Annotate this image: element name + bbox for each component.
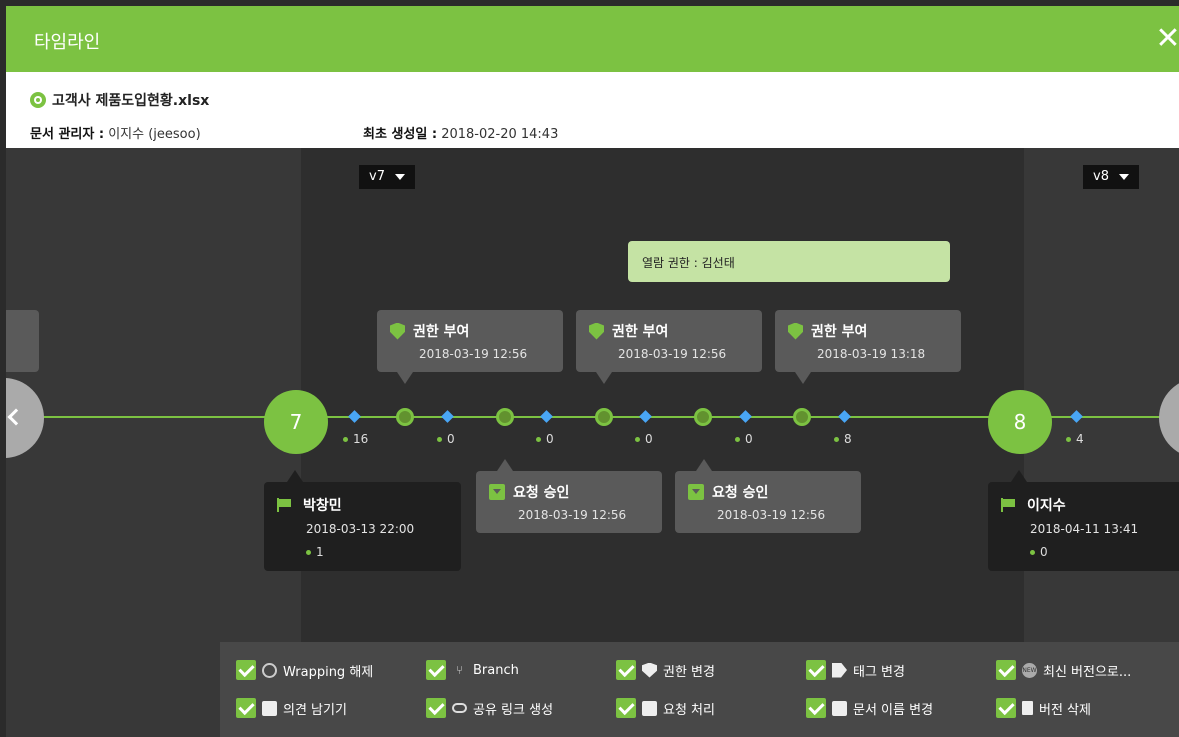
timeline-event-node[interactable] [694,408,712,426]
filter-wrapping[interactable]: Wrapping 해제 [236,660,373,680]
shield-icon [589,322,604,340]
filter-rename[interactable]: 문서 이름 변경 [806,698,933,718]
dialog-title: 타임라인 [34,32,101,53]
filter-delete-version[interactable]: 버전 삭제 [996,698,1091,718]
filter-tag[interactable]: 태그 변경 [806,660,905,680]
version-dropdown-v7[interactable]: v7 [359,165,415,189]
created-info: 최초 생성일 : 2018-02-20 14:43 [363,123,558,142]
scroll-right-button[interactable] [1159,378,1179,458]
filter-permission[interactable]: 권한 변경 [616,660,715,680]
shield-icon [642,662,657,678]
comment-count: 8 [834,432,852,446]
filter-request[interactable]: 요청 처리 [616,698,715,718]
comment-count: 4 [1066,432,1084,446]
flag-icon [1001,498,1017,512]
flag-icon [277,498,293,512]
filter-latest-version[interactable]: NEW 최신 버전으로... [996,660,1131,680]
partial-event-card[interactable] [6,310,39,372]
event-card-request[interactable]: 요청 승인 2018-03-19 12:56 [675,471,861,533]
manager-value: 이지수 (jeesoo) [108,127,201,142]
checkbox[interactable] [616,660,636,680]
timeline-event-node[interactable] [496,408,514,426]
checkbox[interactable] [806,698,826,718]
close-icon[interactable]: ✕ [1153,24,1179,54]
event-card-permission[interactable]: 권한 부여 2018-03-19 12:56 [377,310,563,372]
link-icon [452,703,467,713]
comment-icon [262,700,277,716]
event-card-request[interactable]: 요청 승인 2018-03-19 12:56 [476,471,662,533]
document-name-row: 고객사 제품도입현황.xlsx [30,90,209,110]
created-label: 최초 생성일 : [363,127,438,142]
inbox-icon [642,700,657,716]
version-node-8[interactable]: 8 [988,390,1052,454]
comment-marker[interactable] [1070,410,1083,423]
filter-branch[interactable]: ⑂ Branch [426,660,519,680]
wrap-icon [262,662,277,678]
chevron-down-icon [394,173,405,180]
chevron-down-icon [1118,173,1129,180]
trash-icon [1022,701,1033,715]
title-bar: 타임라인 ✕ [6,6,1179,72]
checkbox[interactable] [426,660,446,680]
timeline-event-node[interactable] [396,408,414,426]
inbox-icon [489,484,505,500]
event-card-permission[interactable]: 권한 부여 2018-03-19 12:56 [576,310,762,372]
filter-comment[interactable]: 의견 남기기 [236,698,347,718]
comment-count: 0 [437,432,455,446]
timeline-event-node[interactable] [793,408,811,426]
version-author-card[interactable]: 박창민 2018-03-13 22:00 1 [264,482,461,571]
version-node-7[interactable]: 7 [264,390,328,454]
checkbox[interactable] [236,660,256,680]
inbox-icon [688,484,704,500]
tag-icon [832,662,847,678]
timeline-event-node[interactable] [595,408,613,426]
scroll-left-button[interactable] [6,378,44,458]
version-author-card[interactable]: 이지수 2018-04-11 13:41 0 [988,482,1179,571]
document-name: 고객사 제품도입현황.xlsx [52,93,210,109]
comment-count: 16 [343,432,368,446]
shield-icon [788,322,803,340]
timeline-area[interactable]: v7 v8 열람 권한 : 김선태 7 8 16 0 0 0 0 8 4 권한 … [6,148,1179,737]
manager-info: 문서 관리자 : 이지수 (jeesoo) [30,123,201,142]
shield-icon [390,322,405,340]
checkbox[interactable] [806,660,826,680]
timeline-dialog: 타임라인 ✕ 고객사 제품도입현황.xlsx 문서 관리자 : 이지수 (jee… [0,0,1179,737]
filter-share-link[interactable]: 공유 링크 생성 [426,698,553,718]
tooltip: 열람 권한 : 김선태 [628,241,950,282]
created-value: 2018-02-20 14:43 [441,127,559,142]
checkbox[interactable] [996,698,1016,718]
checkbox[interactable] [426,698,446,718]
comment-count: 0 [536,432,554,446]
rename-icon [832,700,847,716]
branch-icon: ⑂ [455,662,464,677]
checkbox[interactable] [616,698,636,718]
eye-icon [30,92,46,108]
comment-count: 0 [735,432,753,446]
comment-count: 0 [635,432,653,446]
manager-label: 문서 관리자 : [30,127,105,142]
new-icon: NEW [1022,662,1037,678]
event-card-permission[interactable]: 권한 부여 2018-03-19 13:18 [775,310,961,372]
checkbox[interactable] [236,698,256,718]
chevron-left-icon [7,408,25,426]
legend-panel: Wrapping 해제 ⑂ Branch 권한 변경 태그 변경 NEW 최신 버전… [220,642,1179,737]
document-info: 고객사 제품도입현황.xlsx 문서 관리자 : 이지수 (jeesoo) 최초… [6,72,1179,148]
version-dropdown-v8[interactable]: v8 [1083,165,1139,189]
checkbox[interactable] [996,660,1016,680]
